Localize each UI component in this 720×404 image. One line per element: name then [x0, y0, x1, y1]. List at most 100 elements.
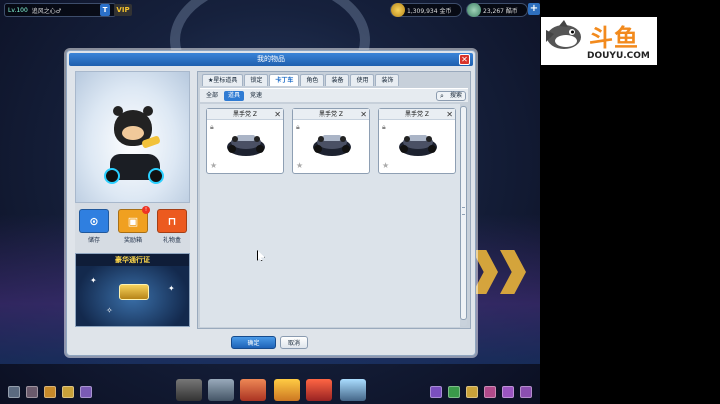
cancel-button[interactable]: 取消 [280, 336, 308, 349]
item-card[interactable]: 黑手党 Z ✕ 🔒︎ ★ [206, 108, 284, 174]
lock-icon[interactable]: 🔒︎ [382, 123, 386, 132]
game-viewport: Lv.100 追风之心♂ T VIP 1,309,934 金币 23,267 酷… [0, 0, 540, 404]
reward-box-label: 奖励箱 [123, 237, 142, 244]
coin-shop-icon[interactable] [466, 386, 478, 398]
sparkle-icon: ✦ [90, 276, 97, 285]
player-name: 追风之心♂ [31, 7, 62, 15]
chevron-decoration [500, 250, 526, 294]
pass-ticket-icon [119, 284, 149, 300]
close-icon[interactable]: ✕ [446, 109, 453, 120]
character-panel: ⊙ 储存 ▣ ! 奖励箱 ⊓ 礼物盒 豪华通行证 ✦ ✦ ✧ [75, 71, 190, 327]
kart-thumbnail-icon [313, 135, 351, 156]
tab-starred[interactable]: ★星标道具 [202, 74, 244, 86]
lock-icon[interactable]: 🔒︎ [296, 123, 300, 132]
tab-karts[interactable]: 卡丁车 [269, 74, 300, 86]
close-icon[interactable]: ✕ [459, 54, 470, 65]
gift-box-label: 礼物盒 [162, 237, 181, 244]
tab-characters[interactable]: 角色 [300, 74, 325, 86]
coin-icon [391, 3, 405, 17]
recharge-plus-button[interactable]: + [528, 3, 540, 15]
points-icon [467, 3, 481, 17]
scrollbar-grip [462, 207, 465, 215]
store-icon[interactable] [274, 379, 300, 401]
tab-usable[interactable]: 使用 [350, 74, 375, 86]
category-tabs: ★星标道具 锁定 卡丁车 角色 装备 使用 装饰 [202, 74, 400, 86]
points-balance: 23,267 酷币 [466, 3, 528, 17]
settings-icon[interactable] [8, 386, 20, 398]
dialog-title: 我的物品 [257, 55, 285, 63]
subtab-all[interactable]: 全部 [202, 91, 222, 101]
sub-filter-bar: 全部 道具 竞速 ⌕ 搜索 [200, 88, 468, 102]
item-card[interactable]: 黑手党 Z ✕ 🔒︎ ★ [292, 108, 370, 174]
kart-thumbnail-icon [227, 135, 265, 156]
race-flag-icon[interactable] [176, 379, 202, 401]
top-hud: Lv.100 追风之心♂ T VIP 1,309,934 金币 23,267 酷… [0, 0, 540, 20]
search-label: 搜索 [449, 92, 462, 99]
player-level: Lv.100 [8, 6, 28, 14]
logo-chinese-text: 斗鱼 [589, 24, 639, 52]
logo-url-text: DOUYU.COM [587, 51, 650, 61]
bottom-toolbar [0, 378, 540, 404]
kart-wheel [148, 168, 164, 184]
item-name: 黑手党 Z [293, 109, 369, 120]
kart-thumbnail-icon [399, 135, 437, 156]
tab-decoration[interactable]: 装饰 [375, 74, 400, 86]
star-icon[interactable]: ★ [296, 161, 303, 170]
search-button[interactable]: ⌕ 搜索 [436, 91, 466, 101]
storage-label: 储存 [87, 237, 100, 244]
item-card[interactable]: 黑手党 Z ✕ 🔒︎ ★ [378, 108, 456, 174]
star-icon[interactable]: ★ [210, 161, 217, 170]
wheel-icon[interactable] [208, 379, 234, 401]
kart-wheel [104, 168, 120, 184]
douyu-logo: 斗鱼 DOUYU.COM [541, 17, 657, 65]
close-icon[interactable]: ✕ [274, 109, 281, 120]
close-icon[interactable]: ✕ [360, 109, 367, 120]
tab-equipment[interactable]: 装备 [325, 74, 350, 86]
team-icon[interactable] [430, 386, 442, 398]
fish-mascot-icon [546, 20, 581, 49]
gift-box-button[interactable]: ⊓ 礼物盒 [155, 209, 189, 245]
mail-icon[interactable] [44, 386, 56, 398]
reward-box-button[interactable]: ▣ ! 奖励箱 [116, 206, 150, 245]
item-name: 黑手党 Z [379, 109, 455, 120]
subtab-items[interactable]: 道具 [224, 90, 245, 101]
character-face [122, 126, 144, 140]
sparkle-icon: ✧ [106, 306, 113, 315]
options-icon[interactable] [520, 386, 532, 398]
lock-icon[interactable]: 🔒︎ [210, 123, 214, 132]
coin-balance: 1,309,934 金币 [390, 3, 462, 17]
help-icon[interactable] [80, 386, 92, 398]
my-items-dialog: 我的物品 ✕ ⊙ 储存 ▣ ! 奖励箱 ⊓ 礼物盒 豪华通行证 ✦ ✦ ✧ ★星… [66, 50, 476, 356]
event-icon[interactable] [484, 386, 496, 398]
scrollbar[interactable] [460, 106, 467, 326]
storage-button[interactable]: ⊙ 储存 [77, 209, 111, 245]
inventory-panel: ★星标道具 锁定 卡丁车 角色 装备 使用 装饰 全部 道具 竞速 ⌕ 搜索 黑… [197, 71, 471, 329]
music-icon[interactable] [502, 386, 514, 398]
robot-icon[interactable] [340, 379, 366, 401]
character-preview [75, 71, 190, 203]
screen: Lv.100 追风之心♂ T VIP 1,309,934 金币 23,267 酷… [0, 0, 720, 404]
factory-icon[interactable] [306, 379, 332, 401]
garage-icon[interactable] [240, 379, 266, 401]
scrollbar-thumb[interactable] [460, 106, 467, 320]
vip-badge[interactable]: VIP [114, 4, 132, 16]
star-icon[interactable]: ★ [382, 161, 389, 170]
ranking-icon[interactable] [448, 386, 460, 398]
dialog-titlebar: 我的物品 ✕ [69, 53, 473, 66]
item-name: 黑手党 Z [207, 109, 283, 120]
tab-locked[interactable]: 锁定 [244, 74, 269, 86]
search-icon: ⌕ [440, 92, 444, 100]
storage-icon: ⊙ [79, 209, 109, 233]
subtab-racing[interactable]: 竞速 [246, 91, 266, 101]
gift-box-icon: ⊓ [157, 209, 187, 233]
friends-icon[interactable] [26, 386, 38, 398]
coin-amount: 1,309,934 金币 [407, 7, 452, 15]
shop-icon[interactable] [62, 386, 74, 398]
notification-badge: ! [142, 206, 150, 214]
deluxe-pass-title: 豪华通行证 [76, 254, 189, 266]
confirm-button[interactable]: 确定 [231, 336, 276, 349]
points-amount: 23,267 酷币 [483, 7, 518, 15]
deluxe-pass-banner[interactable]: 豪华通行证 ✦ ✦ ✧ [75, 253, 190, 327]
sparkle-icon: ✦ [168, 284, 175, 293]
t-badge[interactable]: T [100, 4, 110, 16]
